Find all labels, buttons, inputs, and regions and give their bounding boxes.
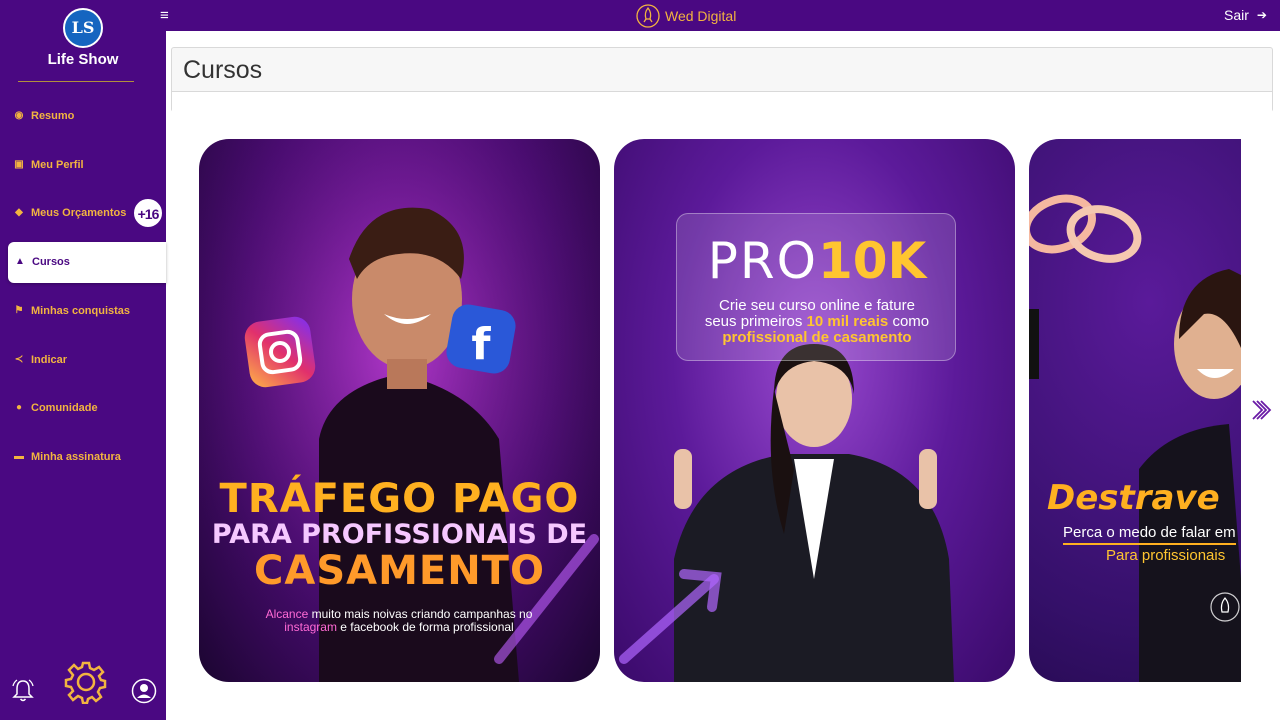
sidebar-item-meu-perfil[interactable]: ▣ Meu Perfil bbox=[0, 141, 166, 190]
brand-name: Wed Digital bbox=[665, 8, 737, 24]
description-text: muito mais noivas criando campanhas no bbox=[308, 607, 533, 621]
course-description: Crie seu curso online e fature seus prim… bbox=[677, 298, 957, 346]
hamburger-icon[interactable]: ≡ bbox=[160, 8, 169, 23]
description-text: Crie seu curso online e fature bbox=[719, 297, 915, 314]
sidebar-item-label: Minhas conquistas bbox=[31, 305, 131, 318]
description-text: seus primeiros bbox=[704, 313, 807, 330]
sidebar-item-resumo[interactable]: ◉ Resumo bbox=[0, 92, 166, 141]
sidebar-item-label: Minha assinatura bbox=[31, 450, 121, 463]
share-icon: ≺ bbox=[14, 353, 24, 365]
sidebar-item-comunidade[interactable]: ● Comunidade bbox=[0, 384, 166, 433]
flag-icon: ⚑ bbox=[14, 305, 24, 317]
course-card-pro10k[interactable]: PRO10K Crie seu curso online e fature se… bbox=[614, 139, 1015, 682]
notification-badge: +16 bbox=[133, 198, 163, 229]
gear-icon[interactable] bbox=[64, 660, 108, 704]
course-title: Destrave bbox=[1047, 478, 1220, 518]
description-highlight: 10 mil reais bbox=[806, 313, 889, 330]
course-card-trafego-pago[interactable]: f TRÁFEGO PAGO PARA PROFISSIONAIS DE CAS… bbox=[199, 139, 600, 682]
sidebar-item-cursos[interactable]: ▲ Cursos bbox=[8, 241, 166, 283]
header-card-body bbox=[172, 92, 1272, 112]
sidebar-nav: ◉ Resumo ▣ Meu Perfil ◆ Meus Orçamentos … bbox=[0, 92, 166, 481]
course-title-line2: PARA PROFISSIONAIS DE bbox=[211, 519, 588, 550]
logo-name: Life Show bbox=[47, 51, 119, 68]
course-title-part: 10K bbox=[817, 232, 927, 290]
course-cover-art bbox=[1029, 194, 1241, 682]
course-title-line3: CASAMENTO bbox=[254, 548, 545, 594]
page-title: Cursos bbox=[183, 56, 263, 84]
description-text: como bbox=[888, 313, 930, 330]
sidebar-item-indicar[interactable]: ≺ Indicar bbox=[0, 335, 166, 384]
sidebar-item-label: Resumo bbox=[31, 110, 75, 123]
sidebar-item-label: Indicar bbox=[31, 353, 68, 366]
course-audience: Para profissionais bbox=[1106, 547, 1226, 564]
course-description: Perca o medo de falar em bbox=[1063, 524, 1236, 545]
description-highlight: Alcance bbox=[265, 607, 309, 621]
credit-card-icon: ▬ bbox=[14, 450, 24, 462]
logo-badge: LS bbox=[63, 8, 103, 48]
rocket-logo-icon bbox=[636, 4, 660, 28]
sidebar-footer bbox=[0, 660, 166, 712]
logout-icon: ➔ bbox=[1256, 8, 1267, 22]
sidebar-item-label: Comunidade bbox=[31, 402, 98, 415]
course-title-part: PRO bbox=[707, 232, 818, 290]
graduation-cap-icon: ▲ bbox=[15, 256, 25, 268]
description-highlight: profissional de casamento bbox=[722, 329, 912, 346]
sidebar-item-label: Cursos bbox=[32, 256, 70, 269]
logo-divider bbox=[18, 81, 134, 82]
logout-button[interactable]: Sair ➔ bbox=[1224, 7, 1267, 23]
sidebar-item-label: Meu Perfil bbox=[31, 158, 84, 171]
page-header-card: Cursos bbox=[171, 47, 1273, 112]
tag-icon: ◆ bbox=[15, 207, 23, 219]
logout-label: Sair bbox=[1224, 7, 1249, 23]
app-logo[interactable]: LS Life Show bbox=[0, 8, 166, 68]
description-text: e facebook de forma profissional bbox=[336, 620, 514, 634]
sidebar-item-minhas-conquistas[interactable]: ⚑ Minhas conquistas bbox=[0, 287, 166, 336]
user-profile-icon[interactable] bbox=[131, 678, 157, 704]
dashboard-icon: ◉ bbox=[14, 110, 24, 122]
description-highlight: instagram bbox=[284, 620, 337, 634]
chevron-double-right-icon[interactable] bbox=[1250, 399, 1276, 421]
course-description: Alcance muito mais noivas criando campan… bbox=[229, 608, 569, 634]
course-title-panel: PRO10K Crie seu curso online e fature se… bbox=[676, 213, 956, 361]
course-title-line1: TRÁFEGO PAGO bbox=[219, 476, 580, 522]
svg-text:f: f bbox=[471, 319, 491, 370]
brand-logo[interactable]: Wed Digital bbox=[636, 3, 736, 29]
course-carousel: f TRÁFEGO PAGO PARA PROFISSIONAIS DE CAS… bbox=[199, 139, 1241, 682]
id-card-icon: ▣ bbox=[14, 158, 24, 170]
users-icon: ● bbox=[15, 402, 23, 414]
sidebar: LS Life Show ◉ Resumo ▣ Meu Perfil ◆ Meu… bbox=[0, 0, 166, 720]
sidebar-item-label: Meus Orçamentos bbox=[31, 207, 127, 220]
sidebar-item-meus-orcamentos[interactable]: ◆ Meus Orçamentos +16 bbox=[0, 189, 166, 238]
sidebar-item-minha-assinatura[interactable]: ▬ Minha assinatura bbox=[0, 433, 166, 482]
course-title: PRO10K bbox=[677, 232, 957, 290]
course-card-destrave[interactable]: Destrave Perca o medo de falar em Para p… bbox=[1029, 139, 1241, 682]
course-cover-art: f bbox=[199, 139, 600, 682]
bell-icon[interactable] bbox=[10, 677, 36, 703]
